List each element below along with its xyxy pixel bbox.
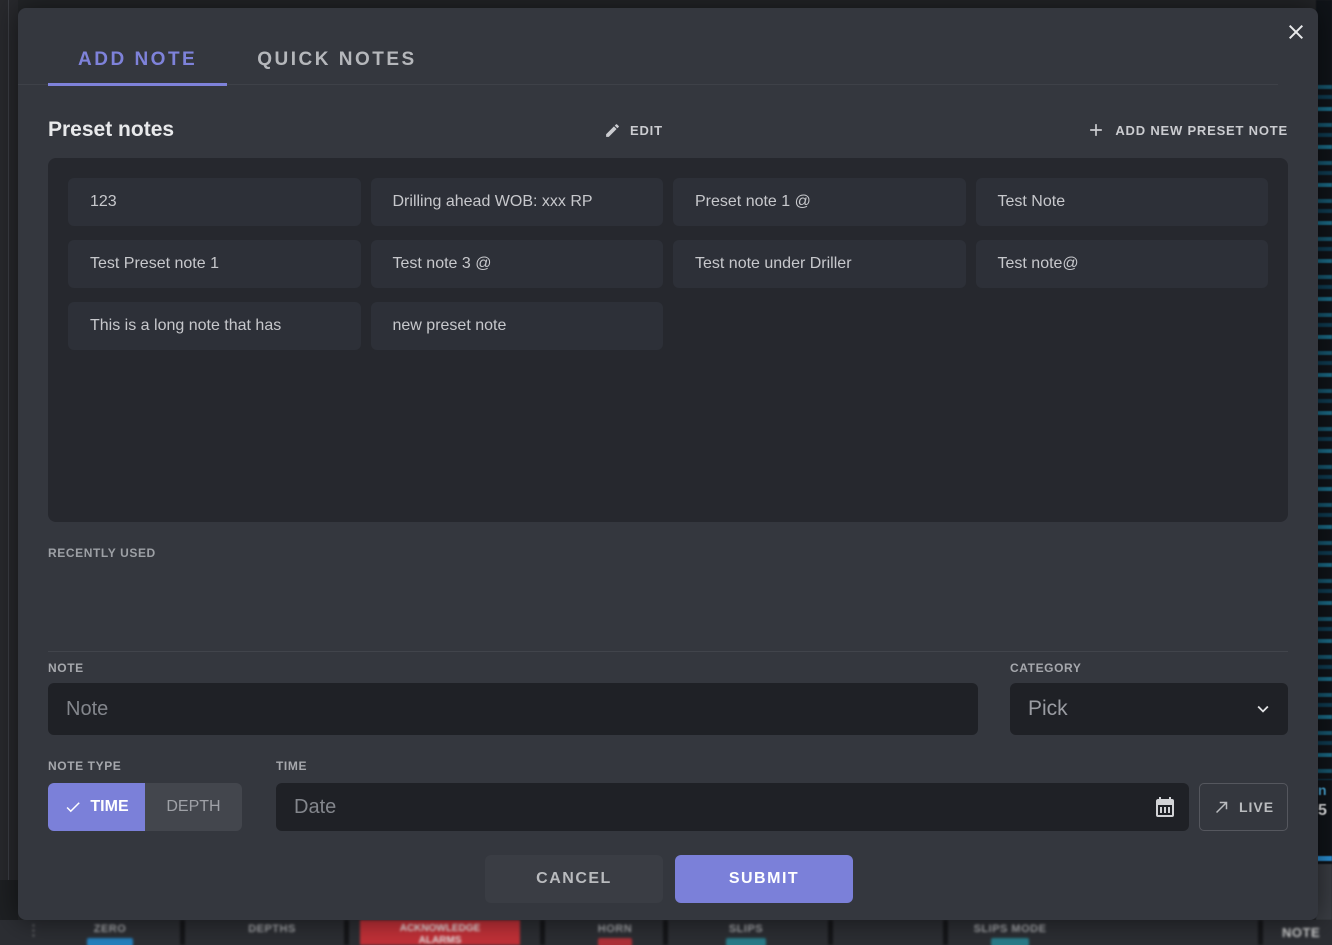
horn-button[interactable]: HORN [580,923,650,945]
toolbar-separator [180,920,185,945]
slips-button[interactable]: SLIPS [708,923,784,945]
note-type-field-label: NOTE TYPE [48,759,121,773]
add-new-preset-note-button[interactable]: ADD NEW PRESET NOTE [1086,120,1288,140]
time-field-label: TIME [276,759,307,773]
background-block [1316,864,1332,920]
preset-note-button[interactable]: Test Preset note 1 [68,240,361,288]
arrow-up-right-icon [1213,798,1231,816]
preset-note-button[interactable]: Test note@ [976,240,1269,288]
add-note-dialog: ADD NOTE QUICK NOTES Preset notes EDIT A… [18,8,1318,920]
toolbar-separator [828,920,833,945]
zero-status-fragment [87,938,133,945]
note-type-depth-option[interactable]: DEPTH [145,783,242,831]
preset-notes-title: Preset notes [48,118,604,142]
chart-rows-fragment [1316,80,1332,780]
toolbar-separator [344,920,349,945]
note-field-label: NOTE [48,661,84,675]
form-divider [48,651,1288,652]
chevron-down-icon [1252,698,1274,720]
note-type-time-option[interactable]: TIME [48,783,145,831]
background-left-strip [0,0,18,920]
tab-quick-notes[interactable]: QUICK NOTES [227,49,446,86]
cancel-button[interactable]: CANCEL [485,855,663,903]
edit-presets-button[interactable]: EDIT [604,122,663,139]
category-select[interactable]: Pick [1010,683,1288,735]
toolbar-separator [540,920,545,945]
close-icon[interactable] [1280,16,1312,48]
calendar-icon[interactable] [1153,795,1177,819]
pencil-icon [604,122,621,139]
plus-icon [1086,120,1106,140]
toolbar-separator [1258,920,1263,945]
note-toolbar-button[interactable]: NOTE [1282,925,1320,940]
dialog-tabs: ADD NOTE QUICK NOTES [18,8,1278,85]
cutoff-text-fragment: n [1318,782,1327,798]
acknowledge-alarms-button[interactable]: ACKNOWLEDGE ALARMS [360,920,520,945]
background-divider [8,0,9,880]
preset-note-button[interactable]: 123 [68,178,361,226]
slips-mode-button[interactable]: SLIPS MODE [960,923,1060,945]
slips-mode-status-fragment [991,938,1029,945]
background-block [0,880,18,920]
check-icon [64,798,82,816]
background-toolbar: ⋮ ZERO DEPTHS ACKNOWLEDGE ALARMS HORN SL… [0,920,1332,945]
preset-note-button[interactable]: This is a long note that has [68,302,361,350]
toolbar-separator [943,920,948,945]
preset-note-button[interactable]: new preset note [371,302,664,350]
preset-notes-header: Preset notes EDIT ADD NEW PRESET NOTE [48,108,1288,152]
category-field-label: CATEGORY [1010,661,1081,675]
app-background: n 5 ⋮ ZERO DEPTHS ACKNOWLEDGE ALARMS HOR… [0,0,1332,945]
submit-button[interactable]: SUBMIT [675,855,853,903]
horn-status-fragment [598,938,632,945]
toolbar-separator [663,920,668,945]
note-input[interactable] [48,683,978,735]
live-button[interactable]: LIVE [1199,783,1288,831]
tab-add-note[interactable]: ADD NOTE [48,49,227,86]
toolbar-overflow-dots[interactable]: ⋮ [26,921,41,939]
zero-button[interactable]: ZERO [75,923,145,945]
note-type-toggle: TIME DEPTH [48,783,242,831]
time-field [276,783,1189,831]
background-chart-strip: n 5 [1316,0,1332,920]
preset-note-button[interactable]: Test Note [976,178,1269,226]
preset-note-button[interactable]: Drilling ahead WOB: xxx RP [371,178,664,226]
cutoff-text-fragment: 5 [1318,802,1327,820]
recently-used-label: RECENTLY USED [48,546,156,560]
preset-notes-panel: 123 Drilling ahead WOB: xxx RP Preset no… [48,158,1288,522]
preset-note-button[interactable]: Test note under Driller [673,240,966,288]
preset-note-button[interactable]: Test note 3 @ [371,240,664,288]
status-blue-bar [1316,856,1332,861]
preset-note-button[interactable]: Preset note 1 @ [673,178,966,226]
slips-status-fragment [726,938,766,945]
category-selected-value: Pick [1028,697,1252,721]
depths-button[interactable]: DEPTHS [222,923,322,935]
date-input[interactable] [276,783,1189,831]
